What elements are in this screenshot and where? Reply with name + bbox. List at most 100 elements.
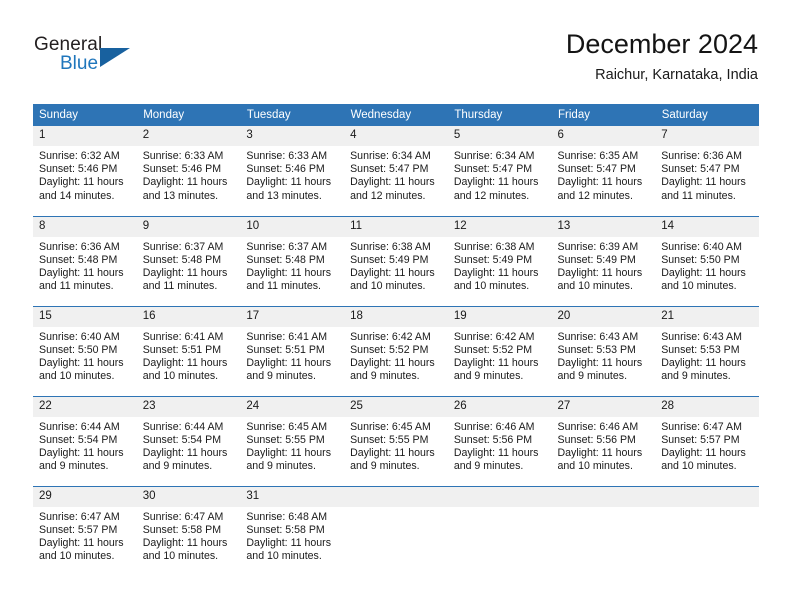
daylight-text-line2: and 10 minutes. [246,550,322,563]
calendar-day-cell[interactable]: 21 Sunrise: 6:43 AM Sunset: 5:53 PM Dayl… [655,305,759,396]
sunset-text: Sunset: 5:54 PM [39,433,118,446]
calendar-day-cell[interactable]: 25 Sunrise: 6:45 AM Sunset: 5:55 PM Dayl… [344,395,448,486]
day-details: Sunrise: 6:41 AM Sunset: 5:51 PM Dayligh… [137,327,241,384]
calendar-day-cell[interactable]: 12 Sunrise: 6:38 AM Sunset: 5:49 PM Dayl… [447,215,552,306]
sunset-text: Sunset: 5:46 PM [39,163,118,176]
calendar-day-cell[interactable]: 20 Sunrise: 6:43 AM Sunset: 5:53 PM Dayl… [551,305,656,396]
day-number: 31 [240,486,345,507]
day-details [344,507,448,511]
calendar-day-cell[interactable]: 5 Sunrise: 6:34 AM Sunset: 5:47 PM Dayli… [447,126,552,216]
day-number: 6 [551,126,656,146]
daylight-text-line1: Daylight: 11 hours [246,356,332,369]
daylight-text-line1: Daylight: 11 hours [350,356,435,369]
calendar-day-cell[interactable]: 6 Sunrise: 6:35 AM Sunset: 5:47 PM Dayli… [551,126,656,216]
calendar-day-cell[interactable]: 4 Sunrise: 6:34 AM Sunset: 5:47 PM Dayli… [344,126,448,216]
daylight-text-line2: and 10 minutes. [453,280,530,293]
calendar-day-cell-empty [551,485,656,576]
calendar-day-cell[interactable]: 8 Sunrise: 6:36 AM Sunset: 5:48 PM Dayli… [33,215,137,306]
sunset-text: Sunset: 5:50 PM [661,253,740,266]
sunrise-text: Sunrise: 6:34 AM [350,150,431,162]
sunset-text: Sunset: 5:55 PM [246,433,325,446]
calendar-day-cell[interactable]: 10 Sunrise: 6:37 AM Sunset: 5:48 PM Dayl… [240,215,345,306]
calendar-day-cell[interactable]: 17 Sunrise: 6:41 AM Sunset: 5:51 PM Dayl… [240,305,345,396]
daylight-text-line1: Daylight: 11 hours [246,536,332,549]
day-number: 9 [136,216,241,237]
day-details: Sunrise: 6:40 AM Sunset: 5:50 PM Dayligh… [655,237,759,294]
day-number: 3 [240,126,345,146]
daylight-text-line1: Daylight: 11 hours [39,356,124,369]
calendar-day-cell[interactable]: 26 Sunrise: 6:46 AM Sunset: 5:56 PM Dayl… [447,395,552,486]
calendar-day-cell[interactable]: 13 Sunrise: 6:39 AM Sunset: 5:49 PM Dayl… [551,215,656,306]
calendar-day-cell[interactable]: 1 Sunrise: 6:32 AM Sunset: 5:46 PM Dayli… [33,126,137,216]
sunset-text: Sunset: 5:58 PM [142,523,222,536]
calendar-day-cell[interactable]: 16 Sunrise: 6:41 AM Sunset: 5:51 PM Dayl… [136,305,241,396]
sunrise-text: Sunrise: 6:41 AM [246,330,328,343]
calendar-day-cell[interactable]: 31 Sunrise: 6:48 AM Sunset: 5:58 PM Dayl… [240,485,345,576]
calendar-day-cell[interactable]: 15 Sunrise: 6:40 AM Sunset: 5:50 PM Dayl… [33,305,137,396]
calendar-day-cell[interactable]: 24 Sunrise: 6:45 AM Sunset: 5:55 PM Dayl… [240,395,345,486]
calendar-day-cell[interactable]: 19 Sunrise: 6:42 AM Sunset: 5:52 PM Dayl… [447,305,552,396]
weekday-header-friday: Friday [551,104,656,126]
sunset-text: Sunset: 5:52 PM [453,343,533,356]
day-number: 29 [33,486,137,507]
daylight-text-line2: and 13 minutes. [142,189,219,202]
daylight-text-line2: and 9 minutes. [246,370,316,383]
day-details: Sunrise: 6:39 AM Sunset: 5:49 PM Dayligh… [552,237,656,294]
day-number [344,486,448,507]
day-number [551,486,656,507]
page-title: December 2024 [565,29,758,59]
day-details: Sunrise: 6:36 AM Sunset: 5:47 PM Dayligh… [655,146,759,203]
day-details: Sunrise: 6:37 AM Sunset: 5:48 PM Dayligh… [137,237,241,294]
daylight-text-line2: and 9 minutes. [453,460,524,473]
calendar-day-cell[interactable]: 14 Sunrise: 6:40 AM Sunset: 5:50 PM Dayl… [655,215,759,306]
sunset-text: Sunset: 5:57 PM [661,433,740,446]
daylight-text-line2: and 9 minutes. [661,370,731,383]
weekday-header-thursday: Thursday [447,104,553,126]
day-details: Sunrise: 6:43 AM Sunset: 5:53 PM Dayligh… [552,327,656,384]
general-blue-logo[interactable]: General Blue [34,34,154,80]
day-details: Sunrise: 6:48 AM Sunset: 5:58 PM Dayligh… [240,507,344,564]
day-number: 20 [551,306,656,327]
calendar-day-cell[interactable]: 30 Sunrise: 6:47 AM Sunset: 5:58 PM Dayl… [136,485,241,576]
calendar-day-cell-empty [447,485,552,576]
calendar-day-cell[interactable]: 29 Sunrise: 6:47 AM Sunset: 5:57 PM Dayl… [33,485,137,576]
calendar-day-cell-empty [655,485,759,576]
calendar-day-cell[interactable]: 2 Sunrise: 6:33 AM Sunset: 5:46 PM Dayli… [136,126,241,216]
calendar-table: Sunday Monday Tuesday Wednesday Thursday… [33,104,759,576]
page-header: General Blue December 2024 Raichur, Karn… [0,0,792,100]
calendar-day-cell[interactable]: 9 Sunrise: 6:37 AM Sunset: 5:48 PM Dayli… [136,215,241,306]
sunrise-text: Sunrise: 6:44 AM [142,420,224,433]
day-number: 16 [136,306,241,327]
sunset-text: Sunset: 5:46 PM [246,163,325,176]
daylight-text-line2: and 11 minutes. [661,189,736,202]
sunrise-text: Sunrise: 6:32 AM [39,150,120,162]
daylight-text-line1: Daylight: 11 hours [453,356,539,369]
daylight-text-line1: Daylight: 11 hours [661,356,746,369]
sunset-text: Sunset: 5:56 PM [557,433,636,446]
day-number: 21 [655,306,759,327]
daylight-text-line1: Daylight: 11 hours [661,176,746,189]
day-number: 7 [655,126,759,146]
calendar-day-cell[interactable]: 23 Sunrise: 6:44 AM Sunset: 5:54 PM Dayl… [136,395,241,486]
daylight-text-line1: Daylight: 11 hours [453,446,539,459]
calendar-day-cell[interactable]: 11 Sunrise: 6:38 AM Sunset: 5:49 PM Dayl… [344,215,448,306]
calendar-day-cell[interactable]: 22 Sunrise: 6:44 AM Sunset: 5:54 PM Dayl… [33,395,137,486]
calendar-day-cell[interactable]: 3 Sunrise: 6:33 AM Sunset: 5:46 PM Dayli… [240,126,345,216]
calendar-day-cell[interactable]: 18 Sunrise: 6:42 AM Sunset: 5:52 PM Dayl… [344,305,448,396]
daylight-text-line1: Daylight: 11 hours [557,176,643,189]
day-number: 30 [136,486,241,507]
sunrise-text: Sunrise: 6:42 AM [350,330,431,343]
daylight-text-line2: and 11 minutes. [246,280,322,293]
weekday-header-saturday: Saturday [655,104,759,126]
daylight-text-line2: and 10 minutes. [557,460,633,473]
daylight-text-line1: Daylight: 11 hours [142,356,228,369]
sunset-text: Sunset: 5:49 PM [557,253,636,266]
day-number: 18 [344,306,448,327]
calendar-day-cell[interactable]: 28 Sunrise: 6:47 AM Sunset: 5:57 PM Dayl… [655,395,759,486]
daylight-text-line2: and 10 minutes. [39,550,115,563]
day-details: Sunrise: 6:43 AM Sunset: 5:53 PM Dayligh… [655,327,759,384]
day-details [448,507,552,511]
calendar-day-cell[interactable]: 27 Sunrise: 6:46 AM Sunset: 5:56 PM Dayl… [551,395,656,486]
calendar-day-cell[interactable]: 7 Sunrise: 6:36 AM Sunset: 5:47 PM Dayli… [655,126,759,216]
day-details: Sunrise: 6:34 AM Sunset: 5:47 PM Dayligh… [448,146,552,203]
